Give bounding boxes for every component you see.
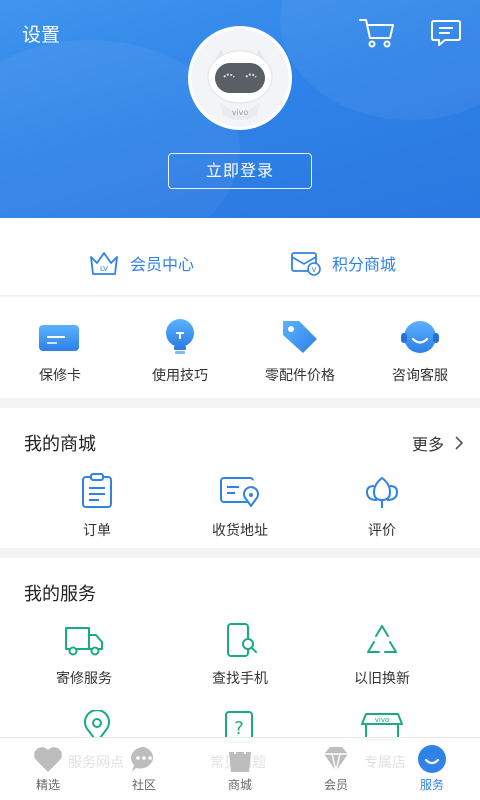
heart-icon — [34, 747, 62, 772]
quick-services: 保修卡 使用技巧 零配件价格 咨询客服 — [0, 297, 480, 398]
mall-more-link[interactable]: 更多 — [412, 431, 464, 455]
nav-mall[interactable]: 商城 — [192, 744, 288, 793]
nav-service[interactable]: 服务 — [384, 744, 480, 793]
crown-icon: LV — [90, 252, 118, 275]
message-button[interactable] — [430, 18, 462, 48]
crown-badge-text: LV — [100, 265, 108, 273]
svg-text:?: ? — [234, 718, 244, 739]
nav-community-label: 社区 — [131, 778, 156, 792]
nav-member-label: 会员 — [323, 778, 348, 792]
orders-label: 订单 — [83, 523, 111, 539]
points-mall-link[interactable]: V 积分商城 — [290, 248, 396, 278]
warranty-card-label: 保修卡 — [39, 368, 81, 384]
settings-button[interactable]: 设置 — [22, 20, 60, 47]
avatar[interactable]: vivo — [188, 26, 292, 130]
my-mall-section: 我的商城 更多 订单 收货地址 评价 — [0, 408, 480, 548]
warranty-card-item[interactable]: 保修卡 — [0, 317, 120, 385]
points-mall-label: 积分商城 — [332, 255, 397, 274]
mall-more-label: 更多 — [411, 435, 444, 454]
trade-in-label: 以旧换新 — [354, 671, 410, 687]
message-icon — [431, 20, 461, 46]
find-phone-label: 查找手机 — [212, 671, 268, 687]
nav-community[interactable]: 社区 — [96, 744, 192, 793]
usage-tips-label: 使用技巧 — [152, 368, 208, 384]
chevron-right-icon — [455, 436, 464, 450]
flower-review-icon — [365, 476, 399, 508]
member-center-link[interactable]: LV 会员中心 — [88, 248, 194, 278]
shopping-bag-icon — [229, 744, 251, 772]
parts-price-item[interactable]: 零配件价格 — [240, 317, 360, 385]
service-smile-icon — [418, 745, 446, 773]
truck-icon — [65, 627, 103, 656]
profile-header: 设置 vivo 立即登录 — [0, 0, 480, 218]
nav-featured-label: 精选 — [35, 778, 60, 792]
diamond-icon — [324, 747, 348, 772]
customer-service-icon — [401, 321, 439, 353]
nav-member[interactable]: 会员 — [288, 744, 384, 793]
bottom-navigation: 服务网点 常见问题 专属店 精选 社区 商城 会员 服务 — [0, 737, 480, 800]
nav-mall-label: 商城 — [227, 778, 252, 792]
parts-price-label: 零配件价格 — [265, 368, 335, 384]
trade-in-item[interactable]: 以旧换新 — [322, 622, 442, 688]
customer-service-label: 咨询客服 — [392, 368, 448, 384]
member-center-label: 会员中心 — [130, 255, 195, 274]
order-clipboard-icon — [82, 473, 112, 508]
avatar-brand-text: vivo — [232, 108, 249, 117]
nav-service-label: 服务 — [419, 778, 444, 792]
price-tag-icon — [283, 321, 317, 353]
cart-button[interactable] — [358, 16, 396, 50]
reviews-label: 评价 — [368, 523, 396, 539]
store-badge-text: vivo — [375, 716, 390, 724]
mail-repair-item[interactable]: 寄修服务 — [24, 622, 144, 688]
chat-bubble-icon — [131, 747, 154, 772]
member-row: LV 会员中心 V 积分商城 — [0, 218, 480, 296]
find-phone-item[interactable]: 查找手机 — [180, 622, 300, 688]
cart-icon — [359, 19, 394, 48]
usage-tips-item[interactable]: 使用技巧 — [120, 317, 240, 385]
lightbulb-icon — [166, 319, 194, 354]
find-phone-icon — [227, 623, 257, 657]
shipping-address-item[interactable]: 收货地址 — [180, 472, 300, 540]
points-bag-icon: V — [291, 252, 321, 276]
mail-repair-label: 寄修服务 — [56, 671, 112, 687]
reviews-item[interactable]: 评价 — [322, 472, 442, 540]
login-button[interactable]: 立即登录 — [168, 153, 312, 189]
my-services-title: 我的服务 — [24, 584, 96, 605]
recycle-icon — [367, 625, 397, 653]
nav-featured[interactable]: 精选 — [0, 744, 96, 793]
address-card-icon — [220, 477, 259, 507]
points-badge-text: V — [312, 266, 317, 274]
orders-item[interactable]: 订单 — [37, 472, 157, 540]
customer-service-item[interactable]: 咨询客服 — [360, 317, 480, 385]
robot-avatar-icon: vivo — [191, 29, 289, 127]
my-mall-title: 我的商城 — [24, 434, 96, 455]
warranty-card-icon — [39, 325, 79, 351]
shipping-address-label: 收货地址 — [212, 523, 268, 539]
